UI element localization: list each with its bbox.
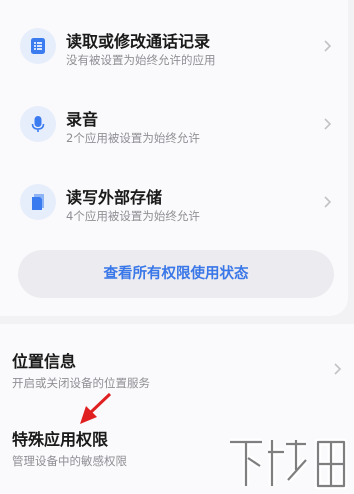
chevron-right-icon (324, 40, 332, 52)
setting-title: 位置信息 (12, 352, 77, 371)
watermark-logo (230, 438, 348, 490)
setting-title: 特殊应用权限 (12, 430, 109, 449)
setting-subtitle: 开启或关闭设备的位置服务 (12, 376, 150, 390)
call-log-icon (20, 28, 56, 64)
permission-row-call-log[interactable]: 读取或修改通话记录 没有被设置为始终允许的应用 (0, 10, 348, 80)
chevron-right-icon (324, 118, 332, 130)
permission-subtitle: 4个应用被设置为始终允许 (66, 209, 200, 223)
permission-title: 读写外部存储 (66, 188, 163, 207)
permission-subtitle: 没有被设置为始终允许的应用 (66, 53, 216, 67)
permission-subtitle: 2个应用被设置为始终允许 (66, 131, 200, 145)
permissions-card: 读取或修改通话记录 没有被设置为始终允许的应用 录音 2个应用被设置为始终允许 … (0, 0, 348, 316)
setting-subtitle: 管理设备中的敏感权限 (12, 454, 127, 468)
view-all-permissions-button[interactable]: 查看所有权限使用状态 (18, 250, 334, 298)
setting-row-location[interactable]: 位置信息 开启或关闭设备的位置服务 (0, 338, 354, 398)
permission-row-storage[interactable]: 读写外部存储 4个应用被设置为始终允许 (0, 166, 348, 236)
permission-row-record-audio[interactable]: 录音 2个应用被设置为始终允许 (0, 88, 348, 158)
chevron-right-icon (334, 363, 342, 375)
chevron-right-icon (324, 196, 332, 208)
storage-icon (20, 184, 56, 220)
microphone-icon (20, 106, 56, 142)
permission-title: 录音 (66, 110, 99, 129)
permission-title: 读取或修改通话记录 (66, 32, 211, 51)
